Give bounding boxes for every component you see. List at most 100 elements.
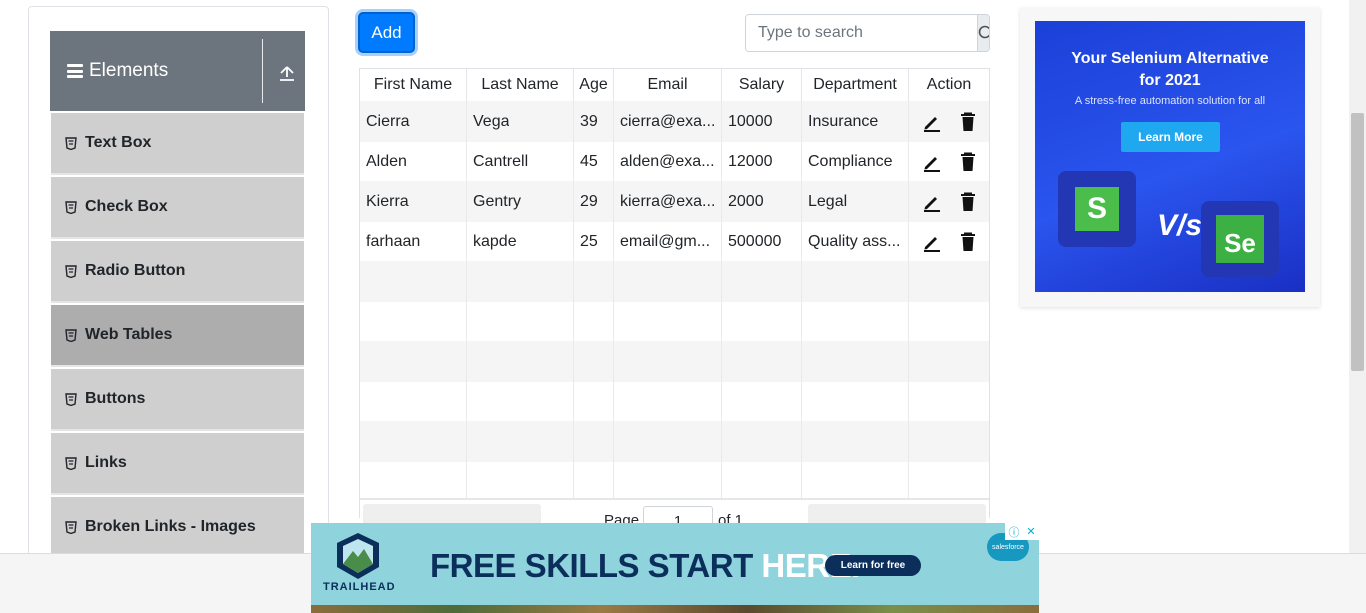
search-button[interactable] [977,15,989,51]
column-header-action[interactable]: Action [909,69,989,101]
scrollbar-thumb[interactable] [1351,113,1364,371]
cell-email: cierra@exa... [614,101,722,142]
edit-icon[interactable] [922,232,942,252]
cell-dept: Quality ass... [802,221,909,262]
cell-last: Vega [467,101,574,142]
cell-empty [360,341,467,382]
cell-empty [467,381,574,422]
header-divider [262,39,263,103]
cell-text: 45 [580,152,598,170]
learn-for-free-button[interactable]: Learn for free [825,555,921,576]
cell-empty [467,421,574,462]
delete-icon[interactable] [959,112,977,132]
column-header-email[interactable]: Email [614,69,722,101]
sidebar-item-radio-button[interactable]: Radio Button [51,241,304,303]
column-header-first-name[interactable]: First Name [360,69,467,101]
ad-info-icon[interactable]: ⓘ [1008,524,1019,540]
selenium-logo-icon: Se [1201,201,1279,277]
cell-empty [614,381,722,422]
cell-empty [802,341,909,382]
sidebar-item-web-tables[interactable]: Web Tables [51,305,304,367]
cell-empty [614,421,722,462]
cell-empty [909,381,989,422]
cell-text: Kierra [366,192,409,210]
html5-icon [65,520,77,534]
cell-empty [802,421,909,462]
table-row-empty [360,261,989,302]
html5-icon [65,328,77,342]
cell-text: Cierra [366,112,410,130]
cell-empty [467,301,574,342]
column-header-salary[interactable]: Salary [722,69,802,101]
cell-last: kapde [467,221,574,262]
ad-choices[interactable]: ⓘ ✕ [1005,523,1039,540]
sidebar-item-broken-links-images[interactable]: Broken Links - Images [51,497,304,559]
sidebar-item-buttons[interactable]: Buttons [51,369,304,431]
sidebar-item-label: Web Tables [85,326,173,343]
bottom-ad-banner[interactable]: TRAILHEAD FREE SKILLS START HERE. Learn … [311,523,1039,613]
cell-empty [909,421,989,462]
cell-action [909,101,989,142]
trailhead-brand: TRAILHEAD [323,581,396,593]
cell-empty [574,461,614,502]
collapse-up-icon[interactable] [278,65,296,81]
delete-icon[interactable] [959,192,977,212]
cell-dept: Legal [802,181,909,222]
cell-empty [614,341,722,382]
page: Elements Text Box Check Box Radio Button We… [0,0,1366,613]
ad-close-icon[interactable]: ✕ [1026,525,1035,538]
sidebar-item-text-box[interactable]: Text Box [51,113,304,175]
column-header-age[interactable]: Age [574,69,614,101]
cell-dept: Insurance [802,101,909,142]
ad-learn-more-button[interactable]: Learn More [1121,122,1220,152]
cell-empty [574,381,614,422]
elements-group-header[interactable]: Elements [50,31,305,111]
cell-age: 25 [574,221,614,262]
delete-icon[interactable] [959,152,977,172]
cell-empty [360,421,467,462]
table-row: Kierra Gentry 29 kierra@exa... 2000 Legal [360,181,989,222]
hamburger-icon [67,64,83,78]
cell-salary: 10000 [722,101,802,142]
cell-empty [909,341,989,382]
cell-first: Kierra [360,181,467,222]
column-header-last-name[interactable]: Last Name [467,69,574,101]
right-ad[interactable]: Your Selenium Alternative for 2021 A str… [1020,8,1320,307]
delete-icon[interactable] [959,232,977,252]
cell-empty [722,461,802,502]
cell-last: Cantrell [467,141,574,182]
cell-empty [802,261,909,302]
edit-icon[interactable] [922,112,942,132]
edit-icon[interactable] [922,152,942,172]
edit-icon[interactable] [922,192,942,212]
cell-text: farhaan [366,232,421,250]
web-table: First Name Last Name Age Email Salary Departm… [359,68,990,518]
ad-banner[interactable]: Your Selenium Alternative for 2021 A str… [1035,21,1305,292]
table-row-empty [360,421,989,462]
search-icon [978,25,989,38]
cell-empty [614,261,722,302]
table-row-empty [360,341,989,382]
add-button[interactable]: Add [358,12,415,53]
search-input[interactable] [746,15,977,51]
cell-empty [360,381,467,422]
cell-text: 29 [580,192,598,210]
cell-empty [722,301,802,342]
cell-salary: 500000 [722,221,802,262]
cell-text: 39 [580,112,598,130]
html5-icon [65,456,77,470]
table-row-empty [360,461,989,502]
cell-empty [802,301,909,342]
cell-empty [909,461,989,502]
table-row-empty [360,381,989,422]
sidebar-item-links[interactable]: Links [51,433,304,495]
cell-action [909,181,989,222]
sidebar-item-check-box[interactable]: Check Box [51,177,304,239]
cell-email: kierra@exa... [614,181,722,222]
ad-vs-text: V/s [1157,209,1203,242]
ad-title-line2: for 2021 [1139,72,1201,89]
cell-text: 500000 [728,232,782,250]
cell-salary: 2000 [722,181,802,222]
column-header-department[interactable]: Department [802,69,909,101]
cell-dept: Compliance [802,141,909,182]
